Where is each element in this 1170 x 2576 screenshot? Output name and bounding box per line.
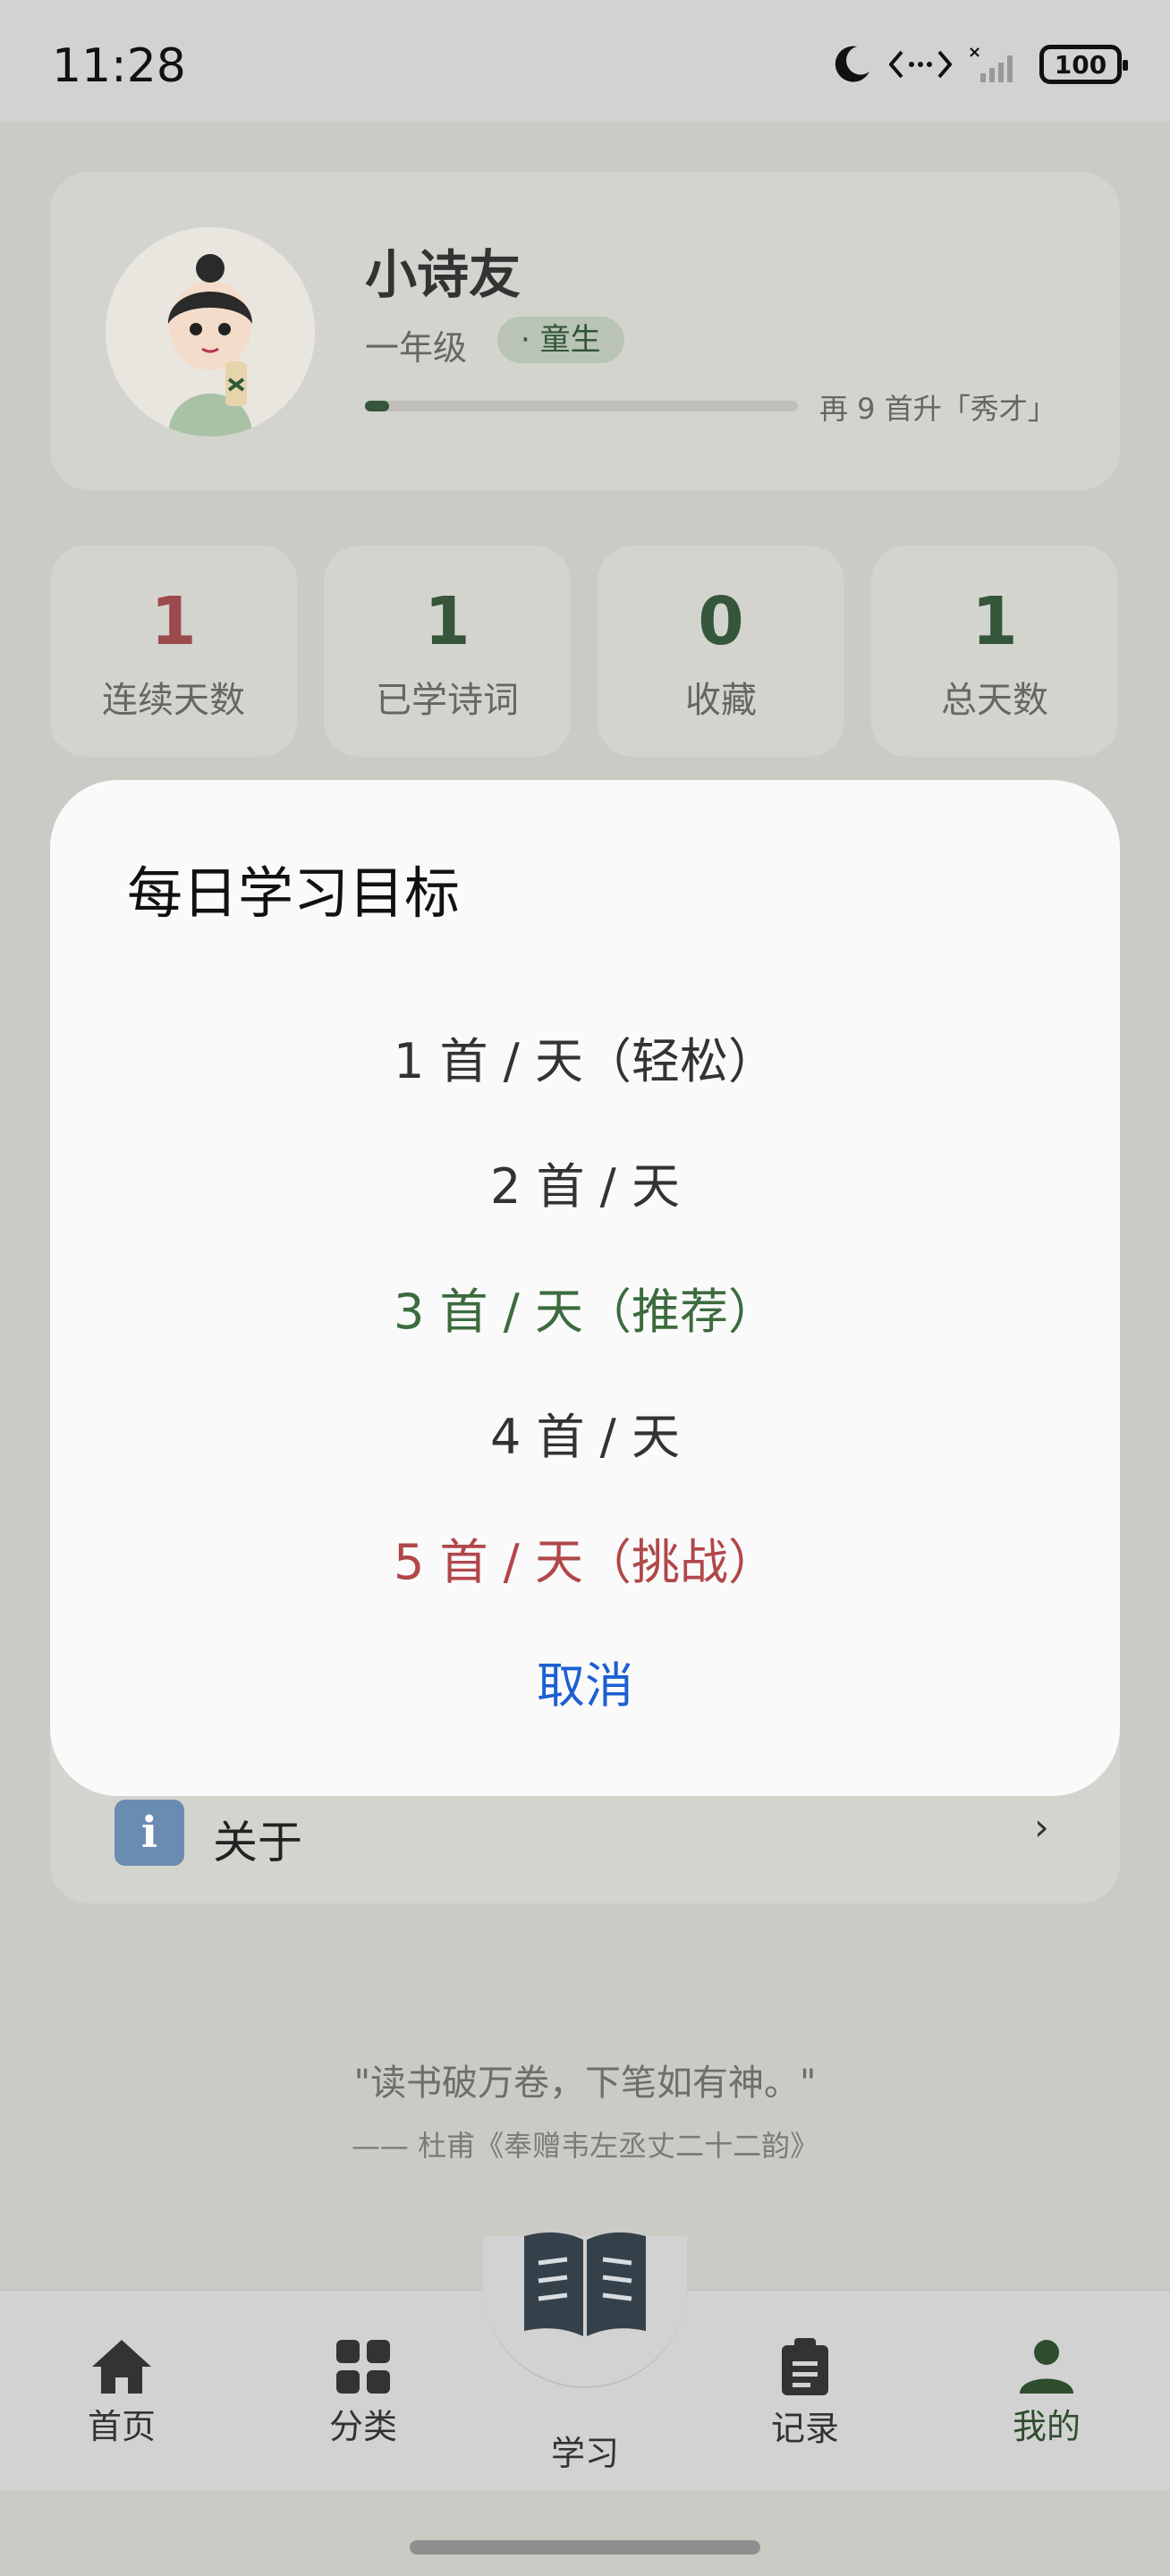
stat-streak-days[interactable]: 1 连续天数 <box>50 546 297 757</box>
goal-option-5[interactable]: 5 首 / 天（挑战） <box>50 1522 1120 1593</box>
battery-indicator: 100 <box>1039 45 1128 84</box>
stat-value: 1 <box>971 583 1018 660</box>
cancel-button[interactable]: 取消 <box>50 1646 1120 1716</box>
nav-label: 记录 <box>770 2409 839 2448</box>
avatar[interactable] <box>106 227 315 436</box>
dialog-title: 每日学习目标 <box>127 860 461 926</box>
stat-label: 连续天数 <box>102 680 245 721</box>
grade-label: 一年级 <box>365 328 468 368</box>
stat-value: 1 <box>150 583 197 660</box>
nav-item-records[interactable]: 记录 <box>733 2338 877 2450</box>
stat-favorites[interactable]: 0 收藏 <box>598 546 844 757</box>
nav-item-home[interactable]: 首页 <box>50 2338 193 2448</box>
avatar-illustration <box>106 227 315 436</box>
status-time: 11:28 <box>52 39 186 93</box>
status-icons: × 100 <box>830 43 1128 86</box>
clipboard-icon <box>782 2338 828 2395</box>
nav-label: 分类 <box>328 2407 397 2446</box>
level-progress-fill <box>365 401 389 411</box>
stat-value: 1 <box>424 583 471 660</box>
data-transfer-icon <box>889 50 952 79</box>
stat-label: 收藏 <box>685 680 757 721</box>
nav-item-categories[interactable]: 分类 <box>292 2338 435 2448</box>
goal-option-2[interactable]: 2 首 / 天 <box>50 1147 1120 1217</box>
goal-option-4[interactable]: 4 首 / 天 <box>50 1397 1120 1468</box>
nav-label: 首页 <box>87 2407 156 2446</box>
info-icon: i <box>114 1800 184 1866</box>
stat-value: 0 <box>698 583 744 660</box>
rank-badge: · 童生 <box>497 317 624 363</box>
signal-icon: × <box>968 43 1013 82</box>
goal-option-1[interactable]: 1 首 / 天（轻松） <box>50 1021 1120 1092</box>
book-icon[interactable] <box>521 2227 649 2340</box>
level-progress-bar <box>365 401 798 411</box>
nav-label: 我的 <box>1012 2407 1081 2446</box>
nav-item-profile[interactable]: 我的 <box>975 2338 1118 2448</box>
home-indicator[interactable] <box>410 2540 760 2555</box>
nav-item-study-label[interactable]: 学习 <box>501 2426 669 2475</box>
user-name: 小诗友 <box>365 244 521 305</box>
grid-icon <box>336 2340 390 2394</box>
person-icon <box>1020 2340 1073 2394</box>
level-progress-text: 再 9 首升「秀才」 <box>819 392 1056 426</box>
stat-poems-learned[interactable]: 1 已学诗词 <box>324 546 571 757</box>
quote-text: "读书破万卷，下笔如有神。" <box>353 2063 817 2104</box>
stat-label: 总天数 <box>941 680 1048 721</box>
svg-text:×: × <box>968 43 981 62</box>
profile-card[interactable]: 小诗友 一年级 · 童生 再 9 首升「秀才」 <box>50 172 1120 490</box>
home-icon <box>92 2340 151 2394</box>
chevron-right-icon[interactable]: › <box>1034 1805 1049 1849</box>
daily-goal-dialog: 每日学习目标 1 首 / 天（轻松） 2 首 / 天 3 首 / 天（推荐） 4… <box>50 780 1120 1796</box>
stat-total-days[interactable]: 1 总天数 <box>871 546 1118 757</box>
menu-item-about-label[interactable]: 关于 <box>213 1807 302 1871</box>
goal-option-3[interactable]: 3 首 / 天（推荐） <box>50 1272 1120 1343</box>
quote-source: —— 杜甫《奉赠韦左丞丈二十二韵》 <box>351 2129 819 2163</box>
moon-icon <box>835 46 869 82</box>
stat-label: 已学诗词 <box>376 680 519 721</box>
